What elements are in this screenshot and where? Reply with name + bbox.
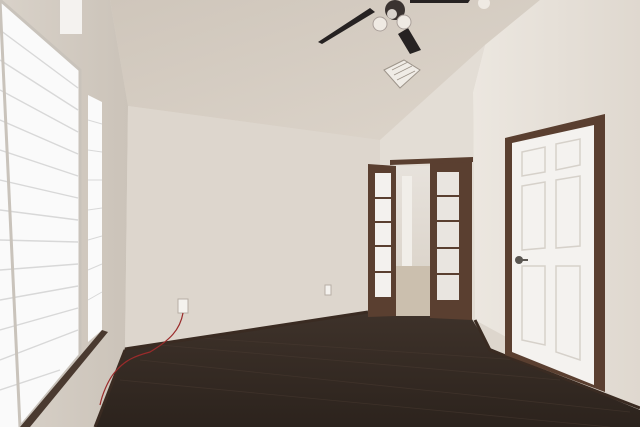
wall-outlet-2 [324,284,332,296]
window-top-light [60,0,82,34]
wall-outlet [177,298,189,314]
french-door-left [368,164,396,317]
window-large [0,0,82,427]
window-small [87,95,103,342]
hallway-view [396,166,432,316]
french-door-right [430,160,472,320]
door-knob [515,256,523,264]
back-wall-face [125,106,380,345]
white-door [505,114,605,392]
room-photo [0,0,640,427]
